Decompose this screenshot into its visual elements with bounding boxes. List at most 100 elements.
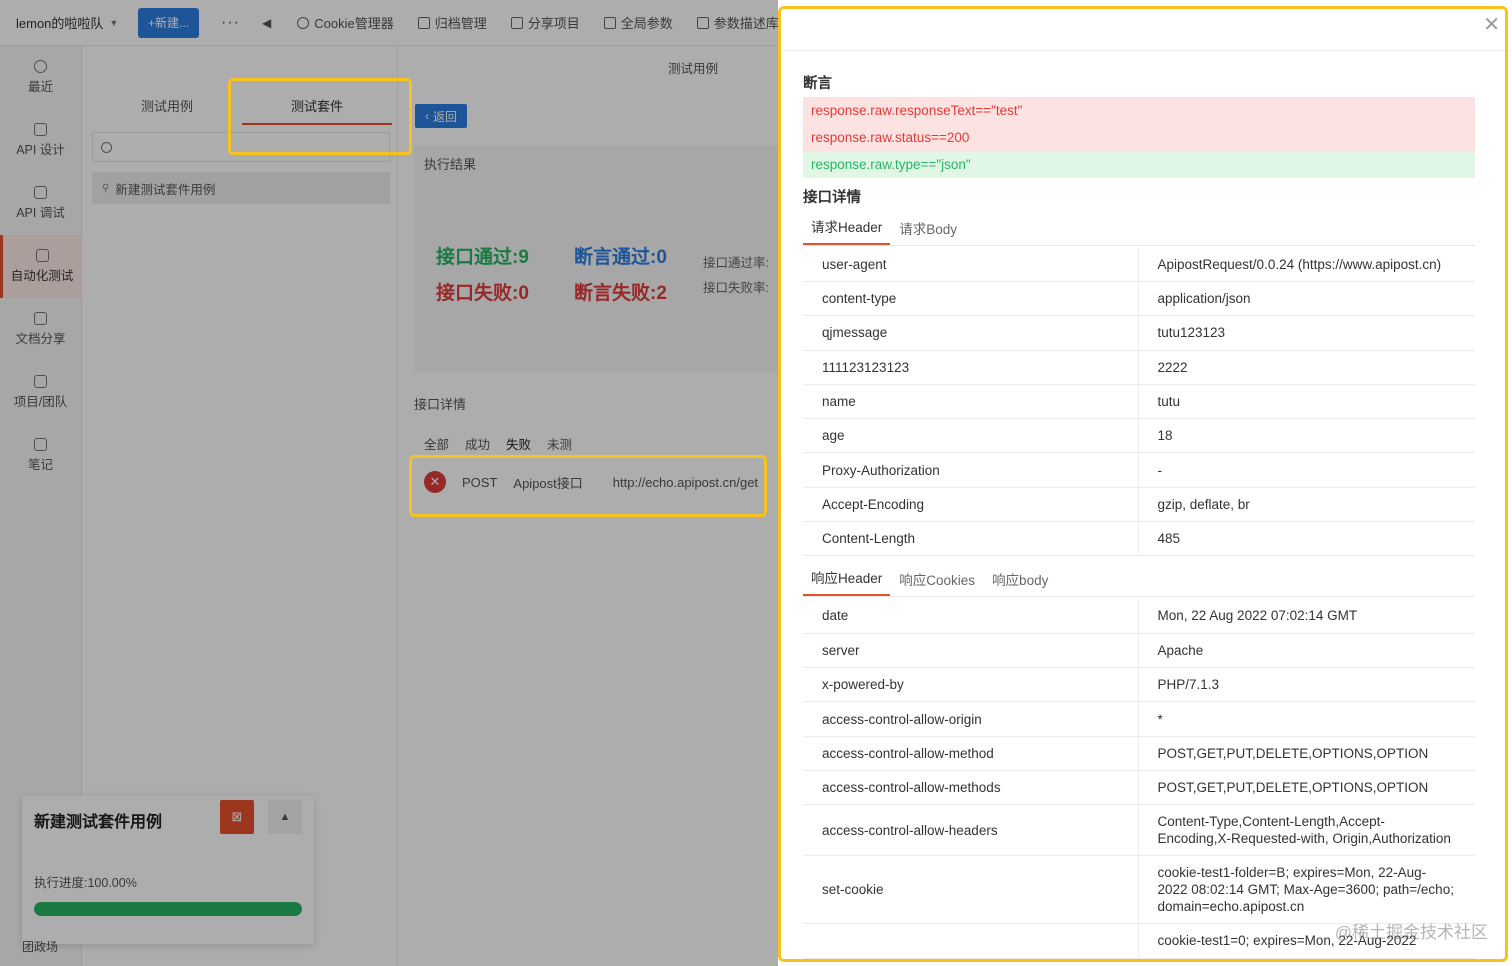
tab-response-cookies[interactable]: 响应Cookies [891, 569, 983, 596]
sidebar-item-api-design[interactable]: API 设计 [0, 109, 81, 172]
sidebar-item-notes[interactable]: 笔记 [0, 424, 81, 487]
table-row: name tutu [803, 384, 1475, 420]
request-header-table: user-agent ApipostRequest/0.0.24 (https:/… [803, 248, 1475, 557]
progress-label: 执行进度:100.00% [34, 876, 137, 890]
header-value: Apache [1138, 633, 1475, 669]
fail-rate: 接口失败率: [703, 281, 769, 295]
header-value: cookie-test1-folder=B; expires=Mon, 22-A… [1138, 855, 1475, 925]
assertion-item: response.raw.type=="json" [803, 151, 1475, 178]
table-row: Proxy-Authorization - [803, 452, 1475, 488]
collapse-icon[interactable]: ◀ [262, 16, 271, 30]
header-key: access-control-allow-method [803, 736, 1139, 771]
table-row: x-powered-by PHP/7.1.3 [803, 667, 1475, 703]
header-key: Accept-Encoding [803, 487, 1139, 523]
api-pass-count: 接口通过:9 [436, 247, 529, 268]
sidebar-item-api-debug[interactable]: API 调试 [0, 172, 81, 235]
team-name: lemon的啦啦队 [16, 16, 104, 31]
header-key: server [803, 633, 1139, 669]
chevron-left-icon: ‹ [425, 109, 429, 123]
header-value: Mon, 22 Aug 2022 07:02:14 GMT [1138, 599, 1475, 634]
team-selector[interactable]: lemon的啦啦队 ▼ [16, 13, 138, 32]
tab-request-body[interactable]: 请求Body [891, 218, 965, 245]
header-key: x-powered-by [803, 667, 1139, 703]
progress-card-title: 新建测试套件用例 [34, 814, 163, 831]
suite-list-item[interactable]: ⚲ 新建测试套件用例 [92, 172, 390, 204]
header-value: 18 [1138, 418, 1475, 454]
sidebar-item-recent[interactable]: 最近 [0, 46, 81, 109]
result-box: 执行结果 接口通过:9 断言通过:0 接口失败:0 断言失败:2 接口通过率: … [414, 146, 778, 372]
result-title: 执行结果 [424, 157, 477, 172]
back-button[interactable]: ‹ 返回 [415, 104, 468, 128]
header-key: content-type [803, 281, 1139, 317]
header-value: ApipostRequest/0.0.24 (https://www.apipo… [1138, 248, 1475, 282]
tab-response-body[interactable]: 响应body [984, 569, 1056, 596]
header-value: POST,GET,PUT,DELETE,OPTIONS,OPTION [1138, 770, 1475, 806]
assert-fail-count: 断言失败:2 [574, 283, 667, 304]
main-head-tab[interactable]: 测试用例 [668, 58, 718, 77]
progress-fill [34, 902, 302, 916]
api-result-row[interactable]: ✕ POST Apipost接口 http://echo.apipost.cn/… [414, 460, 778, 504]
close-icon[interactable]: ✕ [1483, 12, 1500, 37]
header-value: PHP/7.1.3 [1138, 667, 1475, 703]
request-url: http://echo.apipost.cn/get [612, 474, 759, 490]
search-input[interactable] [92, 132, 390, 162]
result-filters: 全部 成功 失败 未测 [424, 434, 572, 453]
table-row: set-cookie cookie-test1-folder=B; expires… [803, 855, 1475, 925]
header-key: qjmessage [803, 315, 1139, 351]
archive-icon [417, 16, 430, 29]
header-value: Content-Type,Content-Length,Accept-Encod… [1138, 804, 1475, 857]
table-row: user-agent ApipostRequest/0.0.24 (https:/… [803, 248, 1475, 282]
header-value: 2222 [1138, 350, 1475, 385]
header-value: POST,GET,PUT,DELETE,OPTIONS,OPTION [1138, 736, 1475, 771]
response-header-table: date Mon, 22 Aug 2022 07:02:14 GMT server A… [803, 599, 1475, 959]
tab-response-header[interactable]: 响应Header [803, 567, 891, 596]
header-key: user-agent [803, 248, 1139, 282]
header-value: * [1138, 701, 1475, 737]
suite-icon: ⚲ [102, 182, 110, 194]
more-icon[interactable]: ··· [221, 14, 240, 32]
chevron-down-icon: ▼ [109, 17, 119, 28]
divider [778, 50, 1512, 51]
sidebar-item-automation[interactable]: 自动化测试 [0, 235, 81, 298]
new-button[interactable]: +新建... [138, 7, 200, 38]
cookie-icon [297, 16, 310, 29]
case-tabs: 测试用例 测试套件 [92, 96, 392, 125]
global-params-button[interactable]: 全局参数 [603, 13, 673, 32]
collapse-up-icon[interactable]: ▲ [268, 800, 302, 834]
header-value: tutu123123 [1138, 315, 1475, 351]
table-row: access-control-allow-headers Content-Type… [803, 804, 1475, 857]
watermark: @稀土掘金技术社区 [1334, 923, 1488, 942]
header-key: name [803, 384, 1139, 420]
header-key: set-cookie [803, 855, 1139, 925]
tab-request-header[interactable]: 请求Header [803, 216, 891, 245]
table-row: 111123123123 2222 [803, 350, 1475, 385]
sidebar-item-docs[interactable]: 文档分享 [0, 298, 81, 361]
param-library-button[interactable]: 参数描述库 [696, 13, 779, 32]
share-project-button[interactable]: 分享项目 [510, 13, 580, 32]
filter-all[interactable]: 全部 [424, 434, 449, 453]
header-key [803, 923, 1139, 959]
tab-test-cases[interactable]: 测试用例 [92, 96, 242, 125]
close-icon[interactable]: ⊠ [220, 800, 254, 834]
link-icon [34, 186, 47, 199]
archive-button[interactable]: 归档管理 [417, 13, 487, 32]
tab-test-suites[interactable]: 测试套件 [242, 96, 392, 125]
result-drawer: ✕ 断言 response.raw.responseText=="test" r… [778, 0, 1512, 966]
table-row: server Apache [803, 633, 1475, 669]
filter-fail[interactable]: 失败 [506, 434, 531, 453]
header-key: Proxy-Authorization [803, 452, 1139, 488]
cookie-manager-button[interactable]: Cookie管理器 [297, 13, 394, 32]
header-key: access-control-allow-methods [803, 770, 1139, 806]
filter-success[interactable]: 成功 [465, 434, 490, 453]
sidebar-item-team[interactable]: 项目/团队 [0, 361, 81, 424]
response-tabs: 响应Header 响应Cookies 响应body [803, 567, 1475, 597]
request-tabs: 请求Header 请求Body [803, 216, 1475, 246]
table-row: date Mon, 22 Aug 2022 07:02:14 GMT [803, 599, 1475, 634]
fail-icon: ✕ [424, 471, 446, 493]
filter-untested[interactable]: 未测 [547, 434, 572, 453]
pass-rate: 接口通过率: [703, 256, 769, 270]
table-row: Content-Length 485 [803, 521, 1475, 557]
table-row: access-control-allow-methods POST,GET,PUT… [803, 770, 1475, 806]
header-value: gzip, deflate, br [1138, 487, 1475, 523]
folder-icon [34, 375, 47, 388]
